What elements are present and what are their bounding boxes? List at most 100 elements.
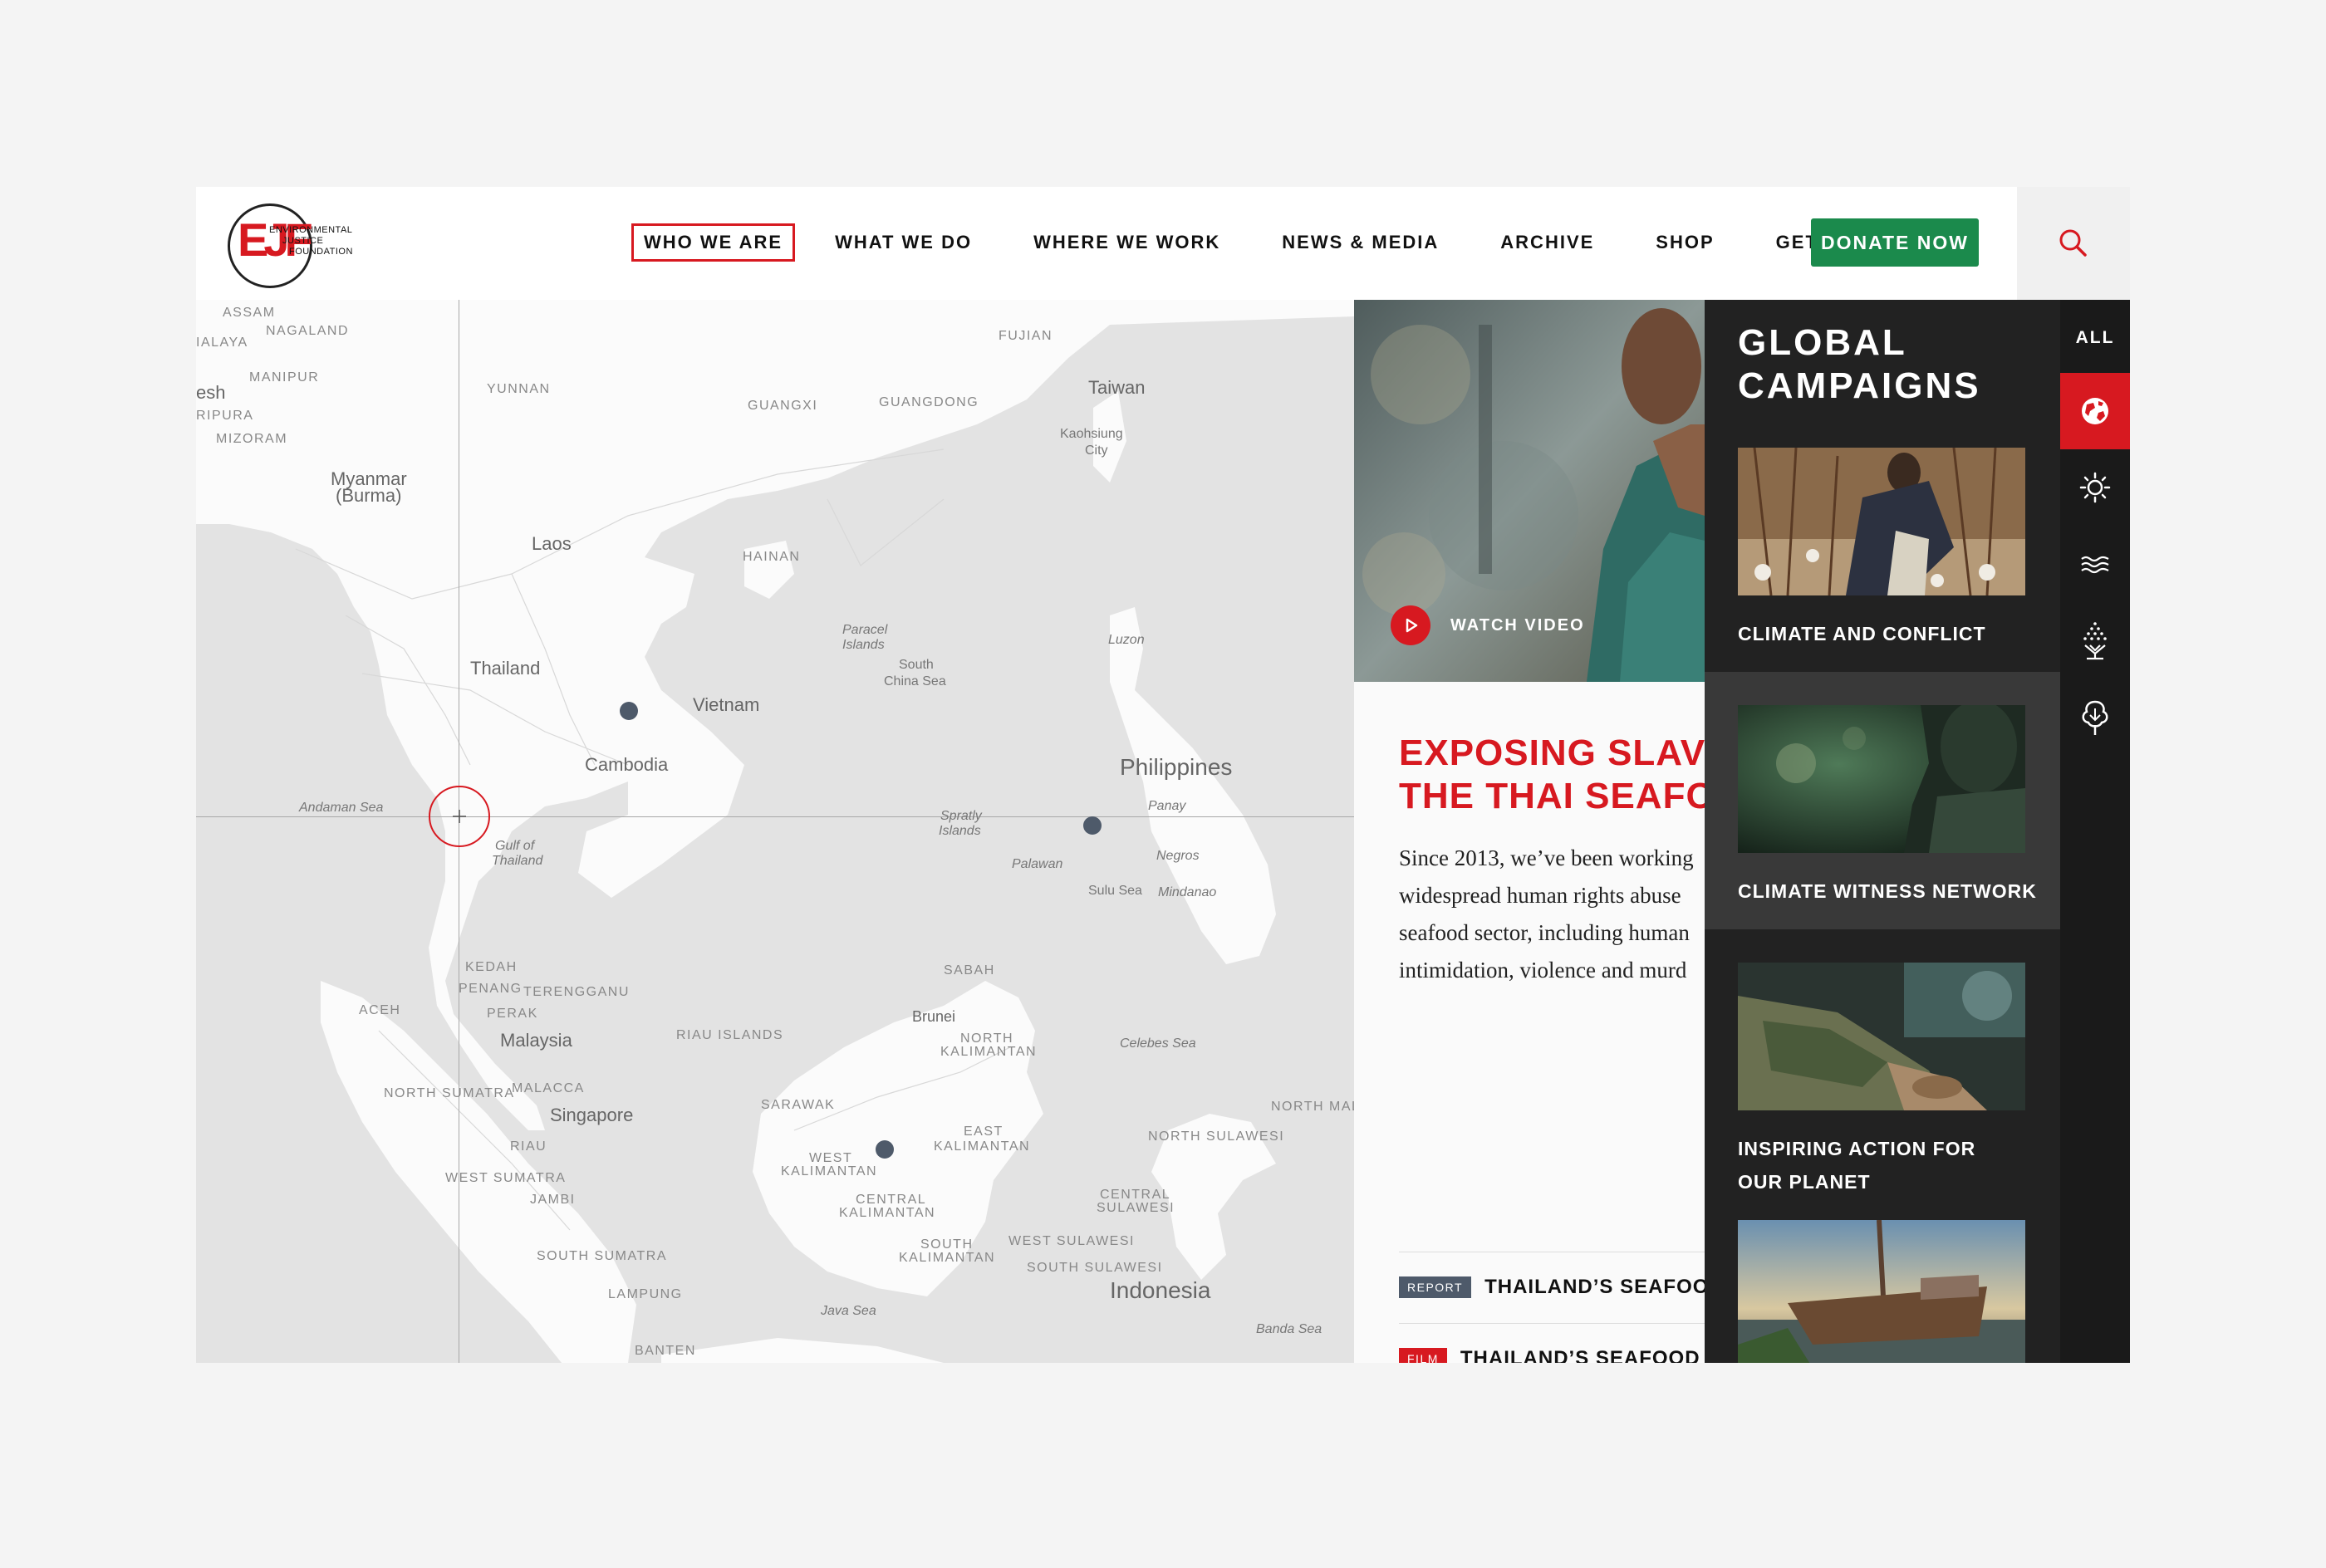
map-label: SABAH <box>944 963 995 978</box>
video-thumbnail[interactable]: WATCH VIDEO <box>1354 300 1705 682</box>
map-label: esh <box>196 382 226 403</box>
filter-all-label: ALL <box>2075 328 2115 347</box>
filter-all[interactable]: ALL <box>2060 300 2130 376</box>
map-label: TERENGGANU <box>523 985 630 999</box>
donate-button[interactable]: DONATE NOW <box>1811 218 1979 267</box>
map-label: WEST SUMATRA <box>445 1171 567 1185</box>
map-label: KALIMANTAN <box>839 1206 936 1220</box>
related-item-report[interactable]: REPORT THAILAND’S SEAFOOD SLA <box>1399 1252 1705 1322</box>
filter-oceans[interactable] <box>2060 526 2130 602</box>
map-label: Philippines <box>1120 754 1233 780</box>
map-pin[interactable] <box>620 702 638 720</box>
ejf-logo[interactable]: EJF ENVIRONMENTAL JUSTICE FOUNDATION <box>228 202 385 288</box>
map-label: SOUTH SUMATRA <box>537 1249 667 1263</box>
article-title[interactable]: EXPOSING SLAVE LA THE THAI SEAFOOD S <box>1399 732 1705 818</box>
map-label: YUNNAN <box>487 382 551 396</box>
map-label: Thailand <box>492 854 543 868</box>
watch-video-label: WATCH VIDEO <box>1450 615 1585 635</box>
map-label: Vietnam <box>693 694 760 715</box>
nav-item-news-media[interactable]: NEWS & MEDIA <box>1272 223 1449 262</box>
map-label: China Sea <box>884 674 946 688</box>
map-label: Banda Sea <box>1256 1322 1322 1336</box>
map-label: Islands <box>842 638 885 652</box>
map-label: Singapore <box>550 1105 634 1125</box>
campaign-card-inspiring-action[interactable]: INSPIRING ACTION FOR OUR PLANET <box>1705 929 2060 1193</box>
map-label: SOUTH SULAWESI <box>1027 1261 1163 1275</box>
map-label: LAMPUNG <box>608 1287 683 1301</box>
watch-video-button[interactable]: WATCH VIDEO <box>1391 605 1585 645</box>
map-pin[interactable] <box>876 1140 894 1159</box>
campaign-title: CLIMATE WITNESS NETWORK <box>1738 880 2037 902</box>
campaign-card-climate-conflict[interactable]: CLIMATE AND CONFLICT <box>1705 414 2060 672</box>
map-label: Cambodia <box>585 754 669 775</box>
map-label: Luzon <box>1108 633 1145 647</box>
nav-item-what-we-do[interactable]: WHAT WE DO <box>825 223 982 262</box>
campaign-card-climate-witness[interactable]: CLIMATE WITNESS NETWORK <box>1705 672 2060 929</box>
related-item-film[interactable]: FILM THAILAND’S SEAFOOD SLA <box>1399 1323 1705 1363</box>
campaign-image <box>1738 1220 2025 1363</box>
filter-globe[interactable] <box>2060 373 2130 449</box>
page-frame: EJF ENVIRONMENTAL JUSTICE FOUNDATION WHO… <box>196 187 2130 1363</box>
plant-icon <box>2083 622 2107 660</box>
campaign-filters: ALL <box>2060 300 2130 1363</box>
campaign-map[interactable]: ASSAM NAGALAND IALAYA MANIPUR esh RIPURA… <box>196 300 1354 1363</box>
nav-item-shop[interactable]: SHOP <box>1646 223 1724 262</box>
article-body-line: widespread human rights abuse <box>1399 883 1681 908</box>
map-label: ACEH <box>359 1003 401 1017</box>
logo-text-line: FOUNDATION <box>289 247 353 257</box>
map-label: Taiwan <box>1088 377 1146 398</box>
map-label: NORTH MALUKU <box>1271 1100 1354 1114</box>
map-label: KALIMANTAN <box>781 1164 878 1178</box>
map-label: RIPURA <box>196 409 254 423</box>
map-label: IALAYA <box>196 336 248 350</box>
map-label: MALACCA <box>512 1081 585 1095</box>
map-label: Mindanao <box>1158 885 1217 899</box>
map-label: Brunei <box>912 1008 956 1025</box>
map-label: Gulf of <box>495 839 535 853</box>
article-title-line: THE THAI SEAFOOD S <box>1399 776 1705 816</box>
map-pin[interactable] <box>1083 816 1102 835</box>
map-label: RIAU <box>510 1139 547 1154</box>
map-label: Indonesia <box>1110 1277 1211 1303</box>
map-label: KEDAH <box>465 960 518 974</box>
filter-climate[interactable] <box>2060 449 2130 526</box>
article-body: Since 2013, we’ve been working widesprea… <box>1399 840 1705 989</box>
sun-icon <box>2079 472 2111 503</box>
map-label: Kaohsiung <box>1060 427 1123 441</box>
map-label: EAST <box>964 1125 1004 1139</box>
map-label: FUJIAN <box>999 329 1053 343</box>
campaign-title: CLIMATE AND CONFLICT <box>1738 623 1986 644</box>
panel-title: GLOBAL CAMPAIGNS <box>1738 321 1981 408</box>
nav-item-who-we-are[interactable]: WHO WE ARE <box>631 223 796 262</box>
map-label: SARAWAK <box>761 1098 836 1112</box>
globe-icon <box>2082 398 2108 424</box>
panel-title-line: GLOBAL <box>1738 322 1907 363</box>
map-label: City <box>1085 443 1108 458</box>
map-label: Paracel <box>842 623 888 637</box>
map-label: MIZORAM <box>216 432 288 446</box>
global-campaigns-panel: GLOBAL CAMPAIGNS CLIMATE AND CONFLICT CL… <box>1705 300 2060 1363</box>
report-tag: REPORT <box>1399 1276 1472 1298</box>
cotton-icon <box>2082 700 2108 735</box>
map-label: KALIMANTAN <box>899 1251 996 1265</box>
map-crosshair-marker[interactable] <box>429 786 490 847</box>
related-item-title: THAILAND’S SEAFOOD SLA <box>1484 1276 1705 1298</box>
map-label: SULAWESI <box>1097 1201 1175 1215</box>
map-label: KALIMANTAN <box>940 1045 1038 1059</box>
campaign-card-boat[interactable] <box>1705 1187 2060 1363</box>
search-button[interactable] <box>2017 187 2130 300</box>
map-label: RIAU ISLANDS <box>676 1028 784 1042</box>
map-label: Laos <box>532 533 572 554</box>
nav-item-where-we-work[interactable]: WHERE WE WORK <box>1023 223 1230 262</box>
filter-forests[interactable] <box>2060 602 2130 679</box>
nav-item-archive[interactable]: ARCHIVE <box>1490 223 1604 262</box>
filter-cotton[interactable] <box>2060 679 2130 755</box>
map-label: PERAK <box>487 1007 538 1021</box>
campaign-image <box>1738 963 2025 1110</box>
map-label: NORTH SUMATRA <box>384 1086 515 1100</box>
map-label: Sulu Sea <box>1088 884 1142 898</box>
map-label: KALIMANTAN <box>934 1139 1031 1154</box>
map-label: Panay <box>1148 799 1186 813</box>
campaign-image <box>1738 705 2025 853</box>
panel-title-line: CAMPAIGNS <box>1738 365 1981 406</box>
